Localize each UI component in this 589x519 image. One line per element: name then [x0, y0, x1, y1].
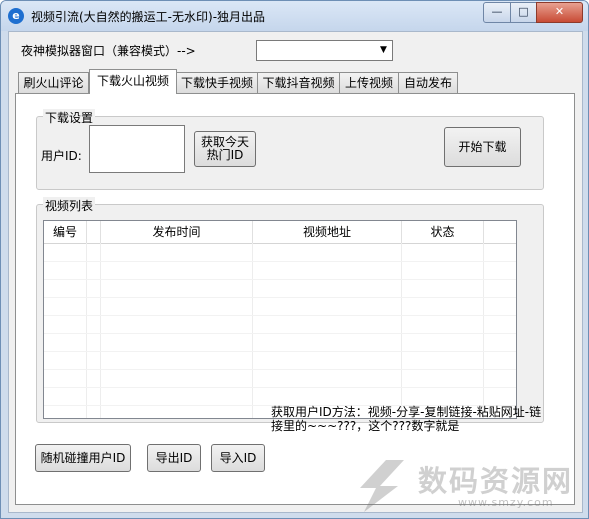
minimize-button[interactable]: — — [483, 2, 511, 23]
grid-line — [483, 243, 484, 418]
column-header-number[interactable]: 编号 — [44, 221, 87, 243]
app-icon: e — [8, 8, 24, 24]
user-id-label: 用户ID: — [41, 149, 82, 163]
tab-upload-video[interactable]: 上传视频 — [339, 72, 399, 93]
grid-line — [252, 243, 253, 418]
tab-label: 下载抖音视频 — [262, 76, 335, 90]
export-id-button[interactable]: 导出ID — [147, 444, 201, 472]
grid-row-line — [44, 387, 516, 388]
column-header-publish-time[interactable]: 发布时间 — [101, 221, 253, 243]
emulator-label: 夜神模拟器窗口（兼容模式）--> — [21, 44, 196, 58]
grid-row-line — [44, 261, 516, 262]
tab-download-douyin[interactable]: 下载抖音视频 — [257, 72, 340, 93]
grid-line — [401, 243, 402, 418]
video-list-group: 视频列表 编号 发布时间 视频地址 状态 — [36, 197, 544, 423]
close-button[interactable]: ✕ — [536, 2, 583, 23]
tab-auto-publish[interactable]: 自动发布 — [398, 72, 458, 93]
title-bar[interactable]: e 视频引流(大自然的搬运工-无水印)-独月出品 — □ ✕ — [1, 1, 588, 31]
tab-panel-download-huoshan: 下载设置 用户ID: 获取今天 热门ID 开始下载 视频列表 编号 发布时间 视… — [15, 93, 575, 505]
table-header: 编号 发布时间 视频地址 状态 — [44, 221, 516, 244]
get-hot-id-label-2: 热门ID — [206, 148, 244, 162]
tab-shuahuoshan-comments[interactable]: 刷火山评论 — [18, 72, 89, 93]
import-id-button[interactable]: 导入ID — [211, 444, 265, 472]
grid-row-line — [44, 369, 516, 370]
app-window: e 视频引流(大自然的搬运工-无水印)-独月出品 — □ ✕ 夜神模拟器窗口（兼… — [0, 0, 589, 519]
grid-row-line — [44, 297, 516, 298]
tab-label: 上传视频 — [344, 76, 393, 90]
tab-label: 下载快手视频 — [180, 76, 253, 90]
column-header-video-url[interactable]: 视频地址 — [253, 221, 402, 243]
user-id-help-text: 获取用户ID方法：视频-分享-复制链接-粘贴网址-链接里的~~~???，这个??… — [271, 405, 542, 433]
grid-line — [100, 243, 101, 418]
column-header-status[interactable]: 状态 — [402, 221, 484, 243]
client-area: 夜神模拟器窗口（兼容模式）--> ▼ 刷火山评论 下载火山视频 下载快手视频 下… — [8, 31, 583, 513]
tab-download-kuaishou[interactable]: 下载快手视频 — [176, 72, 258, 93]
start-download-button[interactable]: 开始下载 — [444, 127, 521, 167]
column-header-spacer — [87, 221, 101, 243]
column-header-filler — [484, 221, 516, 243]
grid-row-line — [44, 333, 516, 334]
grid-row-line — [44, 279, 516, 280]
grid-line — [86, 243, 87, 418]
grid-row-line — [44, 315, 516, 316]
user-id-input[interactable] — [89, 125, 185, 173]
download-settings-title: 下载设置 — [43, 109, 96, 126]
window-title: 视频引流(大自然的搬运工-无水印)-独月出品 — [31, 10, 266, 24]
tab-download-huoshan[interactable]: 下载火山视频 — [89, 69, 177, 94]
video-list-table[interactable]: 编号 发布时间 视频地址 状态 — [43, 220, 517, 419]
maximize-button[interactable]: □ — [510, 2, 537, 23]
random-collide-user-id-button[interactable]: 随机碰撞用户ID — [35, 444, 131, 472]
tab-label: 刷火山评论 — [23, 76, 84, 90]
download-settings-group: 下载设置 用户ID: 获取今天 热门ID 开始下载 — [36, 109, 544, 190]
chevron-down-icon[interactable]: ▼ — [376, 42, 391, 59]
grid-row-line — [44, 351, 516, 352]
tab-label: 下载火山视频 — [96, 74, 169, 88]
get-hot-id-button[interactable]: 获取今天 热门ID — [194, 131, 256, 167]
video-list-title: 视频列表 — [43, 197, 96, 214]
tab-label: 自动发布 — [403, 76, 452, 90]
emulator-window-select[interactable]: ▼ — [256, 40, 393, 61]
